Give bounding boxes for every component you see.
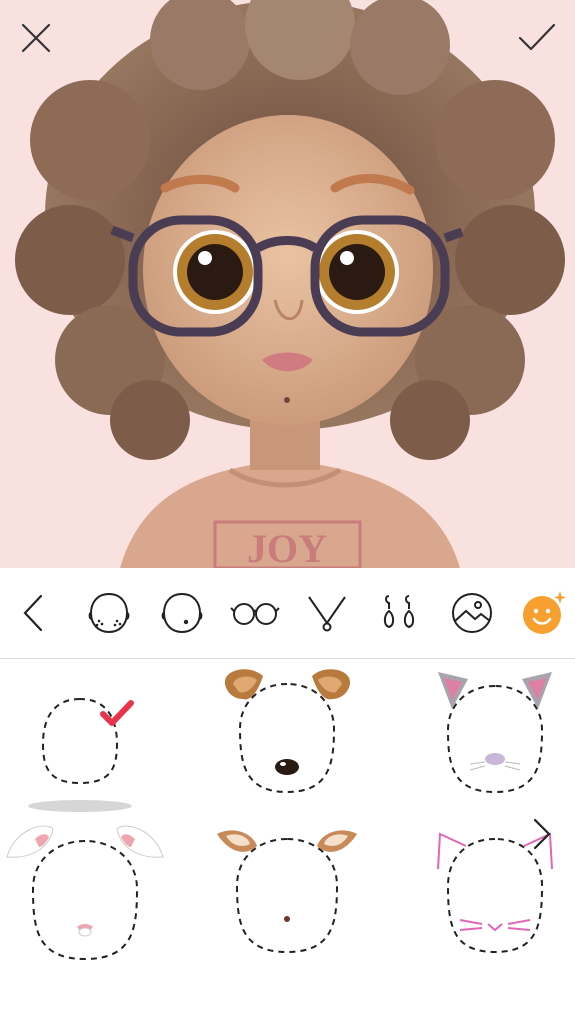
deer-filter-icon bbox=[217, 830, 357, 954]
bunny-filter-icon bbox=[6, 825, 164, 961]
sticker-face-icon bbox=[523, 591, 566, 634]
dog-filter-icon bbox=[224, 669, 351, 794]
close-button[interactable] bbox=[20, 22, 64, 66]
avatar-illustration: JOY bbox=[15, 0, 565, 568]
tab-sticker-face[interactable] bbox=[519, 588, 569, 638]
filter-dog[interactable] bbox=[215, 664, 360, 809]
checkmark-icon bbox=[518, 23, 556, 51]
filter-deer[interactable] bbox=[212, 824, 362, 964]
close-icon bbox=[21, 23, 51, 53]
tab-earrings[interactable] bbox=[375, 588, 425, 638]
back-arrow-icon bbox=[23, 594, 43, 632]
tab-necklace[interactable] bbox=[302, 588, 352, 638]
chevron-right-icon bbox=[533, 818, 551, 850]
background-icon bbox=[452, 593, 492, 633]
tab-face-mole[interactable] bbox=[157, 588, 207, 638]
glasses-icon bbox=[230, 603, 280, 625]
tab-glasses[interactable] bbox=[230, 588, 280, 638]
cat-filter-icon bbox=[438, 672, 552, 794]
shirt: JOY bbox=[120, 460, 460, 568]
filter-none[interactable] bbox=[20, 689, 140, 819]
next-page-button[interactable] bbox=[525, 812, 559, 856]
tab-face-freckles[interactable] bbox=[84, 588, 134, 638]
back-button[interactable] bbox=[8, 588, 58, 638]
filter-grid bbox=[0, 659, 575, 1023]
filter-cat[interactable] bbox=[430, 664, 560, 804]
svg-text:JOY: JOY bbox=[247, 526, 327, 568]
face-mole-icon bbox=[161, 592, 203, 634]
selected-check-icon bbox=[100, 700, 134, 726]
earrings-icon bbox=[383, 595, 415, 629]
necklace-icon bbox=[308, 596, 346, 632]
filter-bunny[interactable] bbox=[5, 819, 165, 969]
face bbox=[143, 115, 433, 425]
face-freckles-icon bbox=[88, 592, 130, 634]
done-button[interactable] bbox=[517, 22, 561, 66]
tab-background[interactable] bbox=[447, 588, 497, 638]
avatar-preview: JOY bbox=[0, 0, 575, 568]
category-toolbar bbox=[0, 568, 575, 659]
